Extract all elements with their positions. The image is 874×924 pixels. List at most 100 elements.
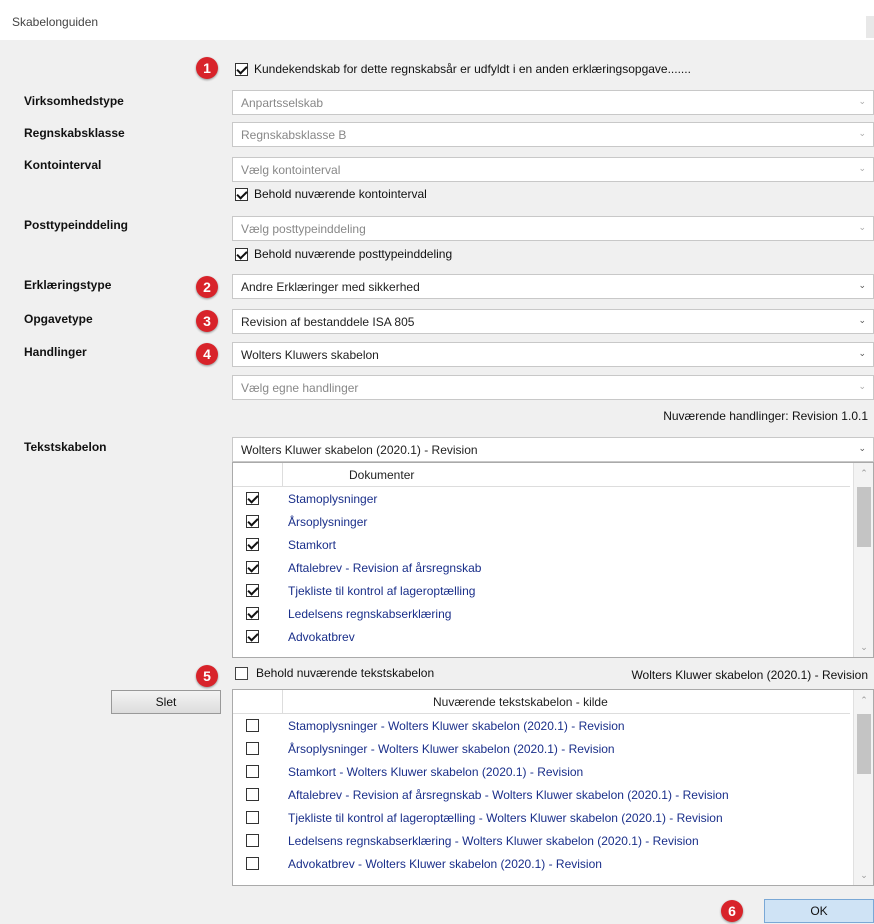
document-checkbox[interactable] (246, 584, 259, 597)
documents-scrollbar[interactable]: ⌃ ⌄ (853, 463, 873, 657)
list-item[interactable]: Aftalebrev - Revision af årsregnskab - W… (233, 784, 850, 807)
source-checkbox[interactable] (246, 788, 259, 801)
header-check-column (233, 690, 283, 714)
source-name: Advokatbrev - Wolters Kluwer skabelon (2… (288, 857, 602, 871)
chevron-down-icon: ⌄ (858, 280, 866, 290)
erklaeringstype-label: Erklæringstype (24, 278, 112, 292)
source-checkbox[interactable] (246, 857, 259, 870)
list-item[interactable]: Ledelsens regnskabserklæring (233, 603, 850, 626)
erklaeringstype-value: Andre Erklæringer med sikkerhed (241, 280, 420, 294)
scroll-thumb[interactable] (857, 714, 871, 774)
delete-button[interactable]: Slet (111, 690, 221, 714)
documents-list[interactable]: Dokumenter Stamoplysninger Årsoplysninge… (232, 462, 874, 658)
list-item[interactable]: Årsoplysninger (233, 511, 850, 534)
source-checkbox[interactable] (246, 742, 259, 755)
source-name: Tjekliste til kontrol af lageroptælling … (288, 811, 723, 825)
scroll-thumb[interactable] (857, 487, 871, 547)
scroll-up-icon[interactable]: ⌃ (854, 690, 873, 710)
virksomhedstype-label: Virksomhedstype (24, 94, 124, 108)
regnskabsklasse-dropdown[interactable]: Regnskabsklasse B ⌄ (232, 122, 874, 147)
document-name: Stamkort (288, 538, 337, 552)
list-item[interactable]: Tjekliste til kontrol af lageroptælling (233, 580, 850, 603)
list-item[interactable]: Tjekliste til kontrol af lageroptælling … (233, 807, 850, 830)
behold-kontointerval-checkbox[interactable] (235, 188, 248, 201)
chevron-down-icon: ⌄ (858, 96, 866, 106)
kundekendskab-checkbox[interactable] (235, 63, 248, 76)
behold-tekstskabelon-checkbox[interactable] (235, 667, 248, 680)
window-control[interactable] (866, 16, 874, 38)
tekstskabelon-label: Tekstskabelon (24, 440, 107, 454)
document-name: Ledelsens regnskabserklæring (288, 607, 452, 621)
chevron-down-icon: ⌄ (858, 128, 866, 138)
erklaeringstype-dropdown[interactable]: Andre Erklæringer med sikkerhed ⌄ (232, 274, 874, 299)
document-name: Årsoplysninger (288, 515, 368, 529)
chevron-down-icon: ⌄ (858, 348, 866, 358)
current-source-scrollbar[interactable]: ⌃ ⌄ (853, 690, 873, 885)
list-item[interactable]: Ledelsens regnskabserklæring - Wolters K… (233, 830, 850, 853)
behold-posttypeinddeling-checkbox[interactable] (235, 248, 248, 261)
window-title: Skabelonguiden (12, 15, 99, 29)
kundekendskab-label: Kundekendskab for dette regnskabsår er u… (254, 62, 691, 76)
source-checkbox[interactable] (246, 834, 259, 847)
list-item[interactable]: Stamkort - Wolters Kluwer skabelon (2020… (233, 761, 850, 784)
scroll-down-icon[interactable]: ⌄ (854, 637, 873, 657)
document-checkbox[interactable] (246, 492, 259, 505)
tekstskabelon-dropdown[interactable]: Wolters Kluwer skabelon (2020.1) - Revis… (232, 437, 874, 462)
scroll-down-icon[interactable]: ⌄ (854, 865, 873, 885)
current-source-list[interactable]: Nuværende tekstskabelon - kilde Stamoply… (232, 689, 874, 886)
list-item[interactable]: Stamoplysninger (233, 488, 850, 511)
source-checkbox[interactable] (246, 811, 259, 824)
list-item[interactable]: Stamkort (233, 534, 850, 557)
source-name: Stamkort - Wolters Kluwer skabelon (2020… (288, 765, 584, 779)
document-checkbox[interactable] (246, 561, 259, 574)
opgavetype-value: Revision af bestanddele ISA 805 (241, 315, 415, 329)
callout-badge-3: 3 (196, 310, 218, 332)
callout-badge-2: 2 (196, 276, 218, 298)
document-name: Stamoplysninger (288, 492, 378, 506)
virksomhedstype-value: Anpartsselskab (241, 96, 324, 110)
document-checkbox[interactable] (246, 515, 259, 528)
behold-kontointerval-label: Behold nuværende kontointerval (254, 187, 427, 201)
list-item[interactable]: Advokatbrev (233, 626, 850, 649)
current-source-list-header: Nuværende tekstskabelon - kilde (233, 690, 850, 714)
kontointerval-dropdown[interactable]: Vælg kontointerval ⌄ (232, 157, 874, 182)
callout-badge-5: 5 (196, 665, 218, 687)
list-item[interactable]: Årsoplysninger - Wolters Kluwer skabelon… (233, 738, 850, 761)
egne-handlinger-dropdown[interactable]: Vælg egne handlinger ⌄ (232, 375, 874, 400)
callout-badge-4: 4 (196, 343, 218, 365)
chevron-down-icon: ⌄ (858, 443, 866, 453)
documents-list-header: Dokumenter (233, 463, 850, 487)
list-item[interactable]: Advokatbrev - Wolters Kluwer skabelon (2… (233, 853, 850, 876)
document-checkbox[interactable] (246, 538, 259, 551)
virksomhedstype-dropdown[interactable]: Anpartsselskab ⌄ (232, 90, 874, 115)
chevron-down-icon: ⌄ (858, 315, 866, 325)
document-name: Aftalebrev - Revision af årsregnskab (288, 561, 482, 575)
regnskabsklasse-label: Regnskabsklasse (24, 126, 125, 140)
kontointerval-label: Kontointerval (24, 158, 102, 172)
list-item[interactable]: Aftalebrev - Revision af årsregnskab (233, 557, 850, 580)
opgavetype-label: Opgavetype (24, 312, 93, 326)
source-name: Aftalebrev - Revision af årsregnskab - W… (288, 788, 729, 802)
current-handlinger-info: Nuværende handlinger: Revision 1.0.1 (663, 409, 868, 423)
behold-posttypeinddeling-label: Behold nuværende posttypeinddeling (254, 247, 453, 261)
posttypeinddeling-dropdown[interactable]: Vælg posttypeinddeling ⌄ (232, 216, 874, 241)
posttypeinddeling-label: Posttypeinddeling (24, 218, 129, 232)
document-checkbox[interactable] (246, 630, 259, 643)
opgavetype-dropdown[interactable]: Revision af bestanddele ISA 805 ⌄ (232, 309, 874, 334)
document-checkbox[interactable] (246, 607, 259, 620)
handlinger-value: Wolters Kluwers skabelon (241, 348, 379, 362)
chevron-down-icon: ⌄ (858, 163, 866, 173)
source-checkbox[interactable] (246, 765, 259, 778)
chevron-down-icon: ⌄ (858, 381, 866, 391)
source-checkbox[interactable] (246, 719, 259, 732)
current-source-header-label: Nuværende tekstskabelon - kilde (433, 695, 608, 709)
handlinger-dropdown[interactable]: Wolters Kluwers skabelon ⌄ (232, 342, 874, 367)
ok-button[interactable]: OK (764, 899, 874, 923)
source-name: Ledelsens regnskabserklæring - Wolters K… (288, 834, 699, 848)
source-name: Årsoplysninger - Wolters Kluwer skabelon… (288, 742, 615, 756)
scroll-up-icon[interactable]: ⌃ (854, 463, 873, 483)
list-item[interactable]: Stamoplysninger - Wolters Kluwer skabelo… (233, 715, 850, 738)
document-name: Advokatbrev (288, 630, 355, 644)
callout-badge-6: 6 (721, 900, 743, 922)
title-bar: Skabelonguiden (0, 0, 874, 40)
